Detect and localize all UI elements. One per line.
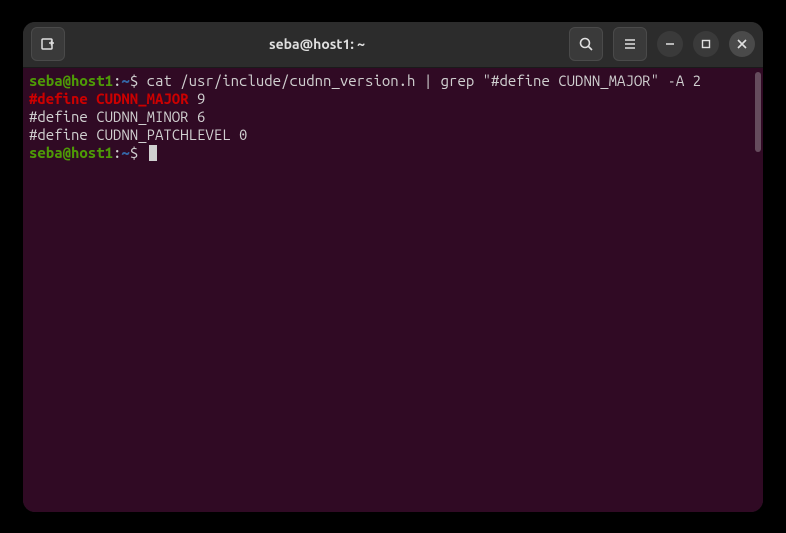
terminal-window: seba@host1: ~ xyxy=(23,22,763,512)
prompt-dollar: $ xyxy=(130,72,147,89)
command-text: cat /usr/include/cudnn_version.h | grep … xyxy=(147,72,701,89)
menu-button[interactable] xyxy=(613,27,647,61)
window-title: seba@host1: ~ xyxy=(65,36,569,52)
prompt-path: ~ xyxy=(121,144,129,161)
terminal-line: #define CUDNN_MINOR 6 xyxy=(29,108,757,126)
titlebar-left xyxy=(31,27,65,61)
close-button[interactable] xyxy=(729,31,755,57)
terminal-line: #define CUDNN_PATCHLEVEL 0 xyxy=(29,126,757,144)
output-text: 9 xyxy=(189,90,206,107)
prompt-user: seba@host1 xyxy=(29,72,113,89)
scrollbar[interactable] xyxy=(755,72,761,152)
minimize-button[interactable] xyxy=(657,31,683,57)
prompt-user: seba@host1 xyxy=(29,144,113,161)
prompt-path: ~ xyxy=(121,72,129,89)
titlebar-right xyxy=(569,27,755,61)
terminal-line: seba@host1:~$ xyxy=(29,144,757,162)
titlebar: seba@host1: ~ xyxy=(23,22,763,68)
terminal-body[interactable]: seba@host1:~$ cat /usr/include/cudnn_ver… xyxy=(23,68,763,512)
terminal-line: seba@host1:~$ cat /usr/include/cudnn_ver… xyxy=(29,72,757,90)
new-tab-button[interactable] xyxy=(31,27,65,61)
prompt-dollar: $ xyxy=(130,144,147,161)
maximize-button[interactable] xyxy=(693,31,719,57)
terminal-line: #define CUDNN_MAJOR 9 xyxy=(29,90,757,108)
grep-match: #define CUDNN_MAJOR xyxy=(29,90,189,107)
search-button[interactable] xyxy=(569,27,603,61)
cursor xyxy=(149,145,157,161)
